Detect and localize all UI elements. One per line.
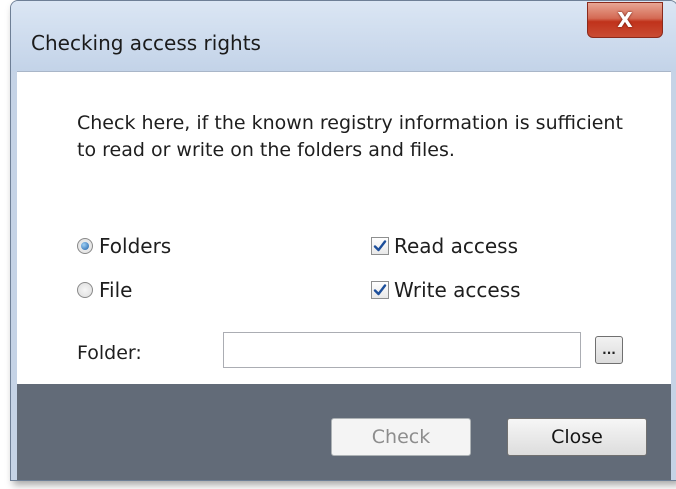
checkbox-checked[interactable] — [371, 237, 389, 255]
close-icon: X — [617, 8, 633, 32]
checkbox-read-access[interactable]: Read access — [371, 234, 518, 258]
folder-label: Folder: — [77, 342, 142, 364]
title-bar[interactable]: Checking access rights X — [11, 1, 676, 71]
dialog-body: Check here, if the known registry inform… — [17, 71, 671, 480]
checkbox-write-access[interactable]: Write access — [371, 278, 521, 302]
radio-button-selected[interactable] — [77, 238, 93, 254]
checkbox-write-label: Write access — [394, 278, 521, 302]
radio-folders[interactable]: Folders — [77, 234, 171, 258]
radio-folders-label: Folders — [99, 234, 172, 258]
radio-file[interactable]: File — [77, 278, 132, 302]
button-bar: Check Close — [17, 384, 671, 480]
window-close-button[interactable]: X — [587, 2, 663, 38]
checkbox-checked[interactable] — [371, 281, 389, 299]
close-button[interactable]: Close — [507, 418, 647, 456]
window-title: Checking access rights — [31, 31, 261, 55]
ellipsis-icon: ... — [602, 343, 616, 357]
checkbox-read-label: Read access — [394, 234, 519, 258]
radio-button[interactable] — [77, 282, 93, 298]
checkmark-icon — [373, 240, 387, 252]
dialog-window: Checking access rights X Check here, if … — [10, 0, 676, 481]
folder-path-input[interactable] — [223, 332, 581, 368]
description-text: Check here, if the known registry inform… — [77, 112, 623, 161]
checkmark-icon — [373, 284, 387, 296]
radio-file-label: File — [99, 278, 133, 302]
browse-folder-button[interactable]: ... — [595, 336, 623, 364]
check-button[interactable]: Check — [331, 418, 471, 456]
